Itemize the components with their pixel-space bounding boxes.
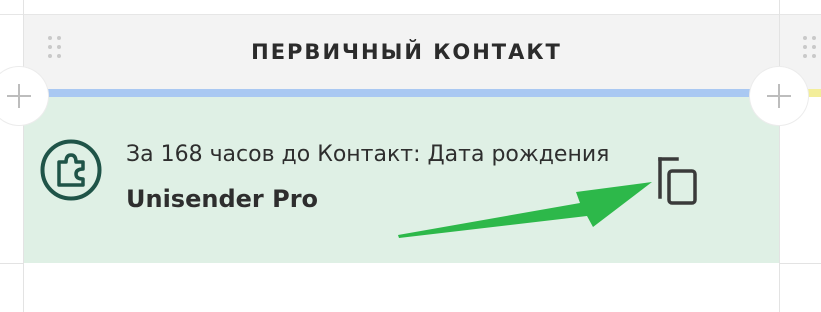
row-divider — [0, 263, 23, 264]
card-integration-name: Unisender Pro — [126, 185, 319, 213]
drag-handle-icon[interactable] — [803, 36, 817, 58]
stage-color-bar — [24, 89, 779, 97]
column-header[interactable]: ПЕРВИЧНЫЙ КОНТАКТ — [24, 15, 779, 89]
copy-icon[interactable] — [653, 157, 703, 213]
plus-icon — [7, 84, 31, 108]
add-stage-button[interactable] — [750, 67, 808, 125]
pipeline-board: ПЕРВИЧНЫЙ КОНТАКТ За 168 часов до Контак… — [0, 0, 821, 312]
column-title: ПЕРВИЧНЫЙ КОНТАКТ — [251, 40, 562, 64]
card-trigger-text: За 168 часов до Контакт: Дата рождения — [126, 142, 610, 167]
plus-icon — [767, 84, 791, 108]
drag-handle-icon[interactable] — [48, 36, 62, 58]
column-divider — [779, 0, 780, 312]
column-divider — [23, 0, 24, 312]
puzzle-icon — [40, 139, 102, 201]
row-divider — [780, 263, 821, 264]
